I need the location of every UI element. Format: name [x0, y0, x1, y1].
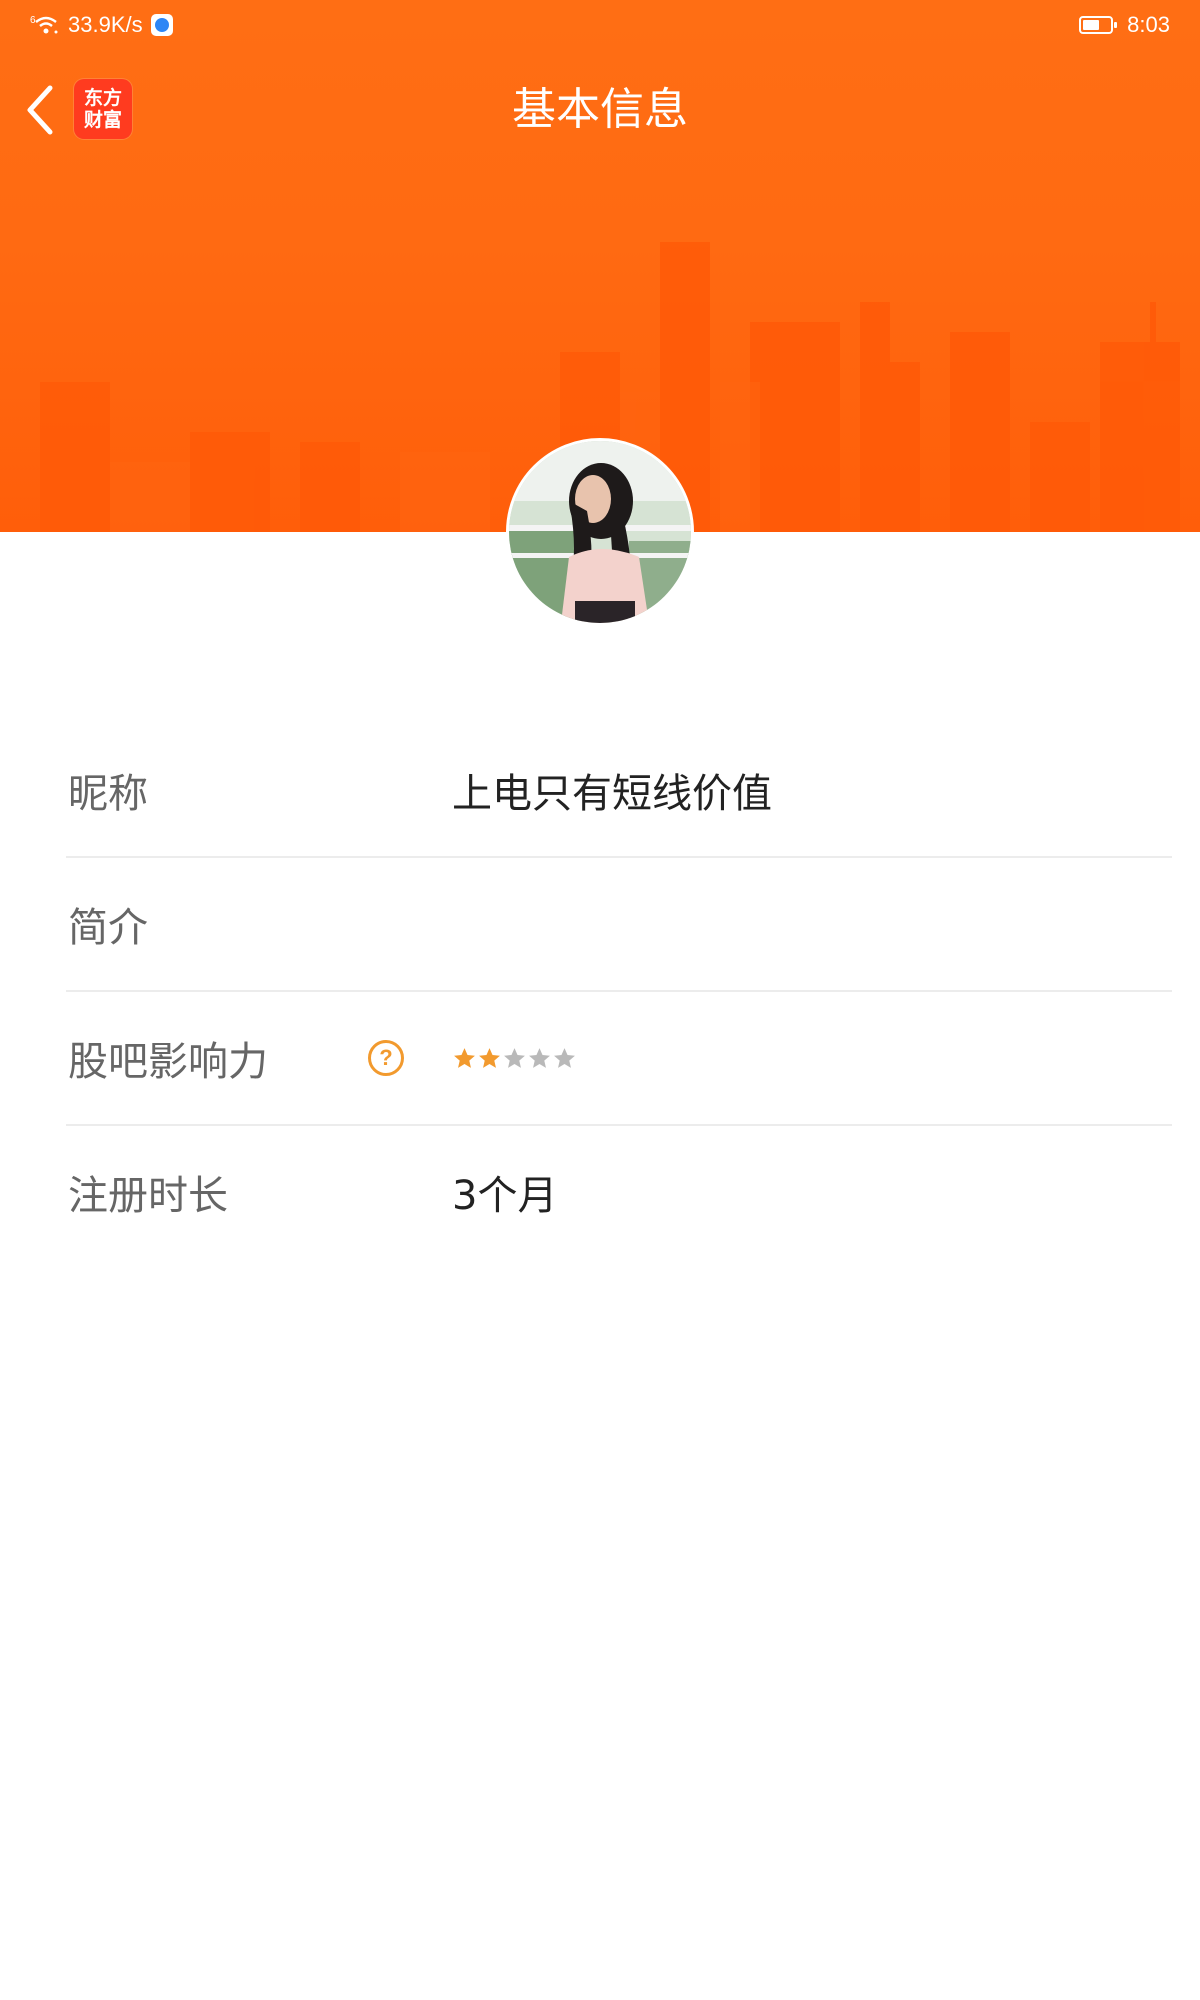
profile-info-list: 昵称 上电只有短线价值 简介 股吧影响力 ? 注册时长 3个月 — [66, 724, 1172, 1258]
nickname-value: 上电只有短线价值 — [452, 771, 772, 817]
registration-row: 注册时长 3个月 — [66, 1126, 1172, 1258]
battery-icon — [1079, 16, 1118, 34]
navigation-bar: 东方 财富 基本信息 — [0, 62, 1200, 158]
registration-label: 注册时长 — [68, 1173, 228, 1219]
star-empty-icon — [554, 1047, 575, 1068]
avatar[interactable] — [506, 438, 694, 626]
star-filled-icon — [479, 1047, 500, 1068]
bio-row: 简介 — [66, 858, 1172, 992]
registration-value: 3个月 — [452, 1173, 558, 1219]
status-right: 8:03 — [1079, 12, 1170, 38]
page-title: 基本信息 — [512, 84, 688, 135]
avatar-photo — [509, 441, 691, 623]
nickname-row: 昵称 上电只有短线价值 — [66, 724, 1172, 858]
app-notification-icon — [150, 14, 173, 36]
star-filled-icon — [454, 1047, 475, 1068]
influence-rating — [452, 1046, 577, 1071]
star-empty-icon — [504, 1047, 525, 1068]
influence-label: 股吧影响力 — [68, 1039, 268, 1085]
nickname-label: 昵称 — [68, 771, 148, 817]
status-time: 8:03 — [1127, 12, 1170, 37]
profile-screen: 6 33.9K/s 8:03 东方 财富 基本信息 昵称 上电只有短线价值 简介… — [0, 0, 1200, 2000]
bio-label: 简介 — [68, 905, 148, 951]
network-speed: 33.9K/s — [68, 12, 143, 37]
status-bar: 6 33.9K/s 8:03 — [0, 0, 1200, 50]
signal-label: 6 — [30, 15, 36, 26]
help-icon[interactable]: ? — [368, 1040, 404, 1076]
wifi-icon: 6 — [30, 15, 58, 34]
star-empty-icon — [529, 1047, 550, 1068]
status-left: 6 33.9K/s — [30, 12, 173, 38]
influence-row: 股吧影响力 ? — [66, 992, 1172, 1126]
